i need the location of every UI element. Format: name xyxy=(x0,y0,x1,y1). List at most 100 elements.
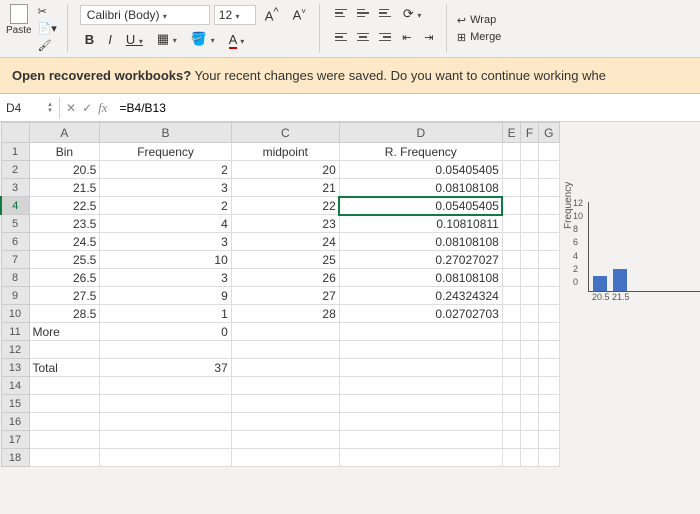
font-size-select[interactable]: 12 ▾ xyxy=(214,5,256,25)
cell[interactable] xyxy=(521,449,538,467)
cell[interactable] xyxy=(231,413,339,431)
cell[interactable] xyxy=(502,287,521,305)
cell[interactable] xyxy=(100,413,231,431)
row-header[interactable]: 13 xyxy=(1,359,29,377)
col-header-E[interactable]: E xyxy=(502,123,521,143)
cell[interactable]: 3 xyxy=(100,233,231,251)
formula-input[interactable] xyxy=(114,97,700,119)
cell[interactable] xyxy=(339,449,502,467)
cell[interactable] xyxy=(521,377,538,395)
col-header-G[interactable]: G xyxy=(538,123,559,143)
cell[interactable]: 27.5 xyxy=(29,287,100,305)
cell[interactable] xyxy=(231,431,339,449)
cell[interactable] xyxy=(521,341,538,359)
cell[interactable] xyxy=(502,179,521,197)
cell[interactable] xyxy=(538,179,559,197)
row-header[interactable]: 17 xyxy=(1,431,29,449)
cell[interactable] xyxy=(29,377,100,395)
cell[interactable] xyxy=(538,305,559,323)
cell[interactable] xyxy=(231,449,339,467)
cell[interactable] xyxy=(521,197,538,215)
cell[interactable] xyxy=(100,377,231,395)
cell[interactable] xyxy=(29,449,100,467)
cell[interactable] xyxy=(521,233,538,251)
cell[interactable]: Total xyxy=(29,359,100,377)
align-middle-button[interactable] xyxy=(354,4,372,22)
cell[interactable]: 28.5 xyxy=(29,305,100,323)
row-header[interactable]: 4 xyxy=(1,197,29,215)
cell[interactable]: 23.5 xyxy=(29,215,100,233)
cell[interactable] xyxy=(339,341,502,359)
cell[interactable] xyxy=(502,323,521,341)
cell[interactable]: Frequency xyxy=(100,143,231,161)
cell[interactable]: 21.5 xyxy=(29,179,100,197)
cell[interactable] xyxy=(521,287,538,305)
wrap-text-button[interactable]: ↩ Wrap xyxy=(457,14,501,27)
cell[interactable] xyxy=(231,377,339,395)
cell[interactable] xyxy=(538,269,559,287)
cell[interactable]: 2 xyxy=(100,161,231,179)
row-header[interactable]: 14 xyxy=(1,377,29,395)
cell[interactable]: 10 xyxy=(100,251,231,269)
cell[interactable]: 21 xyxy=(231,179,339,197)
cell[interactable]: 2 xyxy=(100,197,231,215)
row-header[interactable]: 18 xyxy=(1,449,29,467)
cell[interactable]: 0.08108108 xyxy=(339,233,502,251)
cell[interactable] xyxy=(521,161,538,179)
select-all-corner[interactable] xyxy=(1,123,29,143)
cell[interactable]: 1 xyxy=(100,305,231,323)
cell[interactable]: 0.27027027 xyxy=(339,251,502,269)
cell[interactable]: 3 xyxy=(100,269,231,287)
cell[interactable] xyxy=(29,341,100,359)
cell[interactable] xyxy=(538,143,559,161)
cell[interactable] xyxy=(538,449,559,467)
cell[interactable] xyxy=(538,413,559,431)
cell[interactable] xyxy=(502,413,521,431)
cell[interactable]: 0.08108108 xyxy=(339,269,502,287)
fill-color-button[interactable]: 🪣 ▾ xyxy=(186,29,220,49)
cell[interactable]: 28 xyxy=(231,305,339,323)
cell[interactable]: 25 xyxy=(231,251,339,269)
cell[interactable]: 23 xyxy=(231,215,339,233)
cell[interactable]: Bin xyxy=(29,143,100,161)
cell[interactable]: 25.5 xyxy=(29,251,100,269)
bold-button[interactable]: B xyxy=(80,30,99,49)
cell[interactable] xyxy=(339,431,502,449)
row-header[interactable]: 2 xyxy=(1,161,29,179)
cell[interactable] xyxy=(502,395,521,413)
cell[interactable] xyxy=(521,431,538,449)
cell[interactable] xyxy=(502,215,521,233)
cell[interactable] xyxy=(521,413,538,431)
cell[interactable] xyxy=(521,395,538,413)
align-bottom-button[interactable] xyxy=(376,4,394,22)
row-header[interactable]: 12 xyxy=(1,341,29,359)
cell[interactable] xyxy=(339,395,502,413)
cut-button[interactable]: ✂ xyxy=(36,4,59,19)
row-header[interactable]: 9 xyxy=(1,287,29,305)
cell[interactable] xyxy=(521,215,538,233)
row-header[interactable]: 16 xyxy=(1,413,29,431)
grow-font-button[interactable]: A^ xyxy=(260,4,284,25)
cell[interactable] xyxy=(502,197,521,215)
cell[interactable] xyxy=(538,233,559,251)
col-header-B[interactable]: B xyxy=(100,123,231,143)
cell[interactable] xyxy=(502,431,521,449)
row-header[interactable]: 3 xyxy=(1,179,29,197)
cell[interactable] xyxy=(538,341,559,359)
align-left-button[interactable] xyxy=(332,28,350,46)
cell[interactable] xyxy=(538,215,559,233)
cell[interactable] xyxy=(339,323,502,341)
spreadsheet-grid[interactable]: A B C D E F G 1BinFrequencymidpointR. Fr… xyxy=(0,122,560,467)
cell[interactable]: 0.02702703 xyxy=(339,305,502,323)
row-header[interactable]: 11 xyxy=(1,323,29,341)
cell[interactable] xyxy=(231,323,339,341)
cell[interactable] xyxy=(502,449,521,467)
cell[interactable]: 24.5 xyxy=(29,233,100,251)
align-center-button[interactable] xyxy=(354,28,372,46)
cell[interactable] xyxy=(538,287,559,305)
cell[interactable] xyxy=(339,413,502,431)
cell[interactable] xyxy=(538,251,559,269)
cell[interactable] xyxy=(521,359,538,377)
row-header[interactable]: 15 xyxy=(1,395,29,413)
italic-button[interactable]: I xyxy=(103,30,117,49)
